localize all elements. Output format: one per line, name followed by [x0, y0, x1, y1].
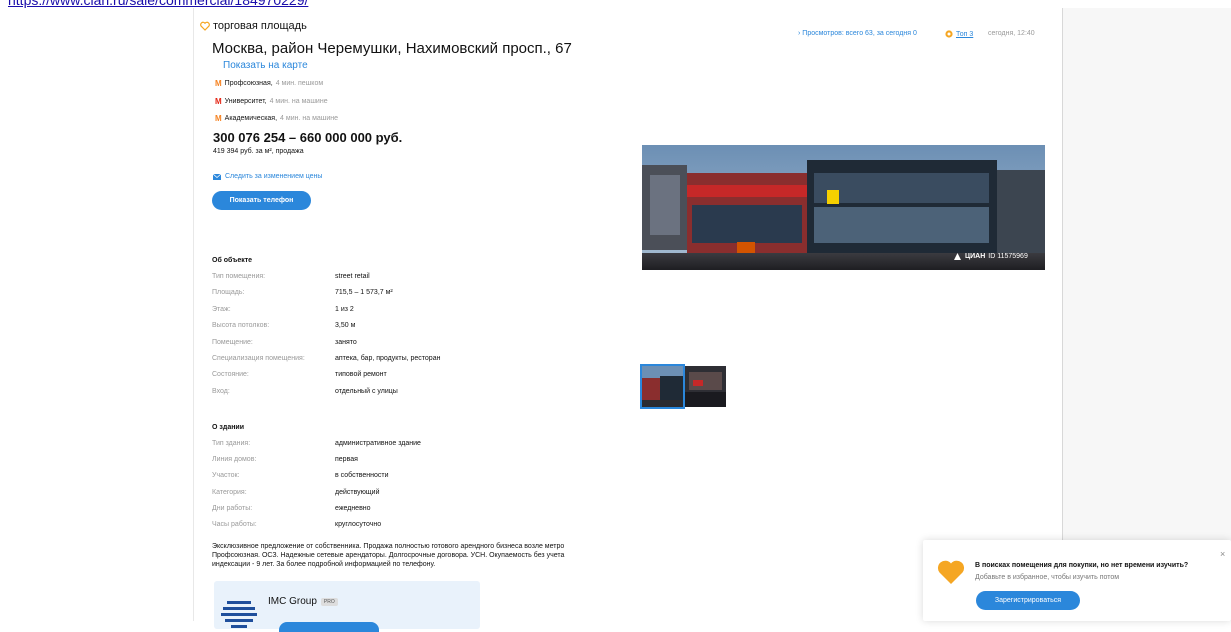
detail-label: Высота потолков:: [212, 322, 270, 330]
detail-label: Этаж:: [212, 305, 231, 313]
detail-label: Площадь:: [212, 289, 245, 297]
detail-value: ежедневно: [335, 504, 371, 512]
detail-value: действующий: [335, 488, 380, 496]
metro-icon: М: [215, 114, 222, 123]
published-time: сегодня, 12:40: [988, 30, 1035, 37]
detail-value: аптека, бар, продукты, ресторан: [335, 355, 441, 362]
about-building-title: О здании: [212, 424, 245, 431]
top-badge-label: Топ 3: [956, 30, 974, 38]
thumbnail-image: [642, 366, 683, 407]
popup-message: В поисках помещения для покупки, но нет …: [975, 560, 1215, 584]
top-badge[interactable]: Топ 3: [945, 30, 973, 38]
detail-value: типовой ремонт: [335, 371, 387, 379]
price: 300 076 254 – 660 000 000 руб.: [213, 130, 403, 145]
detail-label: Дни работы:: [212, 504, 253, 512]
detail-label: Тип помещения:: [212, 273, 266, 280]
metro-station-name[interactable]: Профсоюзная,: [225, 80, 273, 87]
register-button[interactable]: Зарегистрироваться: [976, 591, 1080, 610]
top-star-icon: [945, 30, 953, 38]
agent-contact-button[interactable]: [279, 622, 379, 632]
watermark-id: ID 11575969: [988, 253, 1028, 260]
photo-thumbnail[interactable]: [685, 366, 726, 407]
detail-value: 715,5 – 1 573,7 м²: [335, 289, 393, 297]
metro-distance: 4 мин. на машине: [280, 115, 339, 122]
metro-station: М Академическая, 4 мин. на машине: [215, 114, 338, 123]
pro-badge: PRO: [320, 597, 338, 606]
metro-station: М Университет, 4 мин. на машине: [215, 97, 328, 106]
detail-value: 3,50 м: [335, 322, 356, 330]
watermark-brand: ЦИАН: [965, 253, 986, 260]
detail-value: круглосуточно: [335, 521, 382, 528]
detail-label: Вход:: [212, 387, 230, 395]
detail-label: Категория:: [212, 488, 247, 496]
detail-label: Специализация помещения:: [212, 355, 305, 362]
favorite-heart-icon[interactable]: [200, 21, 210, 31]
about-object-title: Об объекте: [212, 257, 253, 264]
detail-value: административное здание: [335, 440, 421, 447]
arrow-icon: ›: [798, 30, 801, 37]
detail-label: Участок:: [212, 472, 240, 480]
listing-description: Эксклюзивное предложение от собственника…: [212, 543, 565, 568]
listing-url-link[interactable]: https://www.cian.ru/sale/commercial/1849…: [8, 0, 308, 8]
photo-thumbnail[interactable]: [640, 364, 685, 409]
photo-watermark: ЦИАН ID 11575969: [953, 252, 1028, 261]
agent-name: IMC Group: [268, 596, 317, 607]
views-counter-text: Просмотров: всего 63, за сегодня 0: [802, 30, 917, 37]
detail-value: отдельный с улицы: [335, 387, 398, 395]
metro-station-name[interactable]: Академическая,: [225, 115, 277, 122]
agent-logo-icon: [221, 601, 257, 628]
metro-icon: М: [215, 79, 222, 88]
show-on-map-link[interactable]: Показать на карте: [223, 60, 308, 71]
agent-name-row: IMC Group PRO: [268, 596, 338, 607]
listing-type-label: торговая площадь: [213, 20, 307, 32]
detail-value: первая: [335, 456, 358, 464]
detail-value: 1 из 2: [335, 305, 354, 313]
detail-label: Состояние:: [212, 371, 249, 379]
views-counter-link[interactable]: › Просмотров: всего 63, за сегодня 0: [798, 30, 917, 37]
cian-logo-icon: [954, 253, 961, 260]
metro-distance: 4 мин. пешком: [275, 80, 324, 87]
close-icon[interactable]: ×: [1220, 549, 1225, 559]
metro-icon: М: [215, 97, 222, 106]
follow-price-link[interactable]: Следить за изменением цены: [213, 173, 322, 180]
listing-type-row: торговая площадь: [200, 20, 307, 32]
detail-value: в собственности: [335, 472, 389, 480]
metro-distance: 4 мин. на машине: [269, 98, 328, 105]
metro-station-name[interactable]: Университет,: [225, 98, 267, 105]
right-gutter: [1062, 8, 1231, 621]
listing-page: торговая площадь Москва, район Черемушки…: [193, 8, 1063, 632]
follow-price-label: Следить за изменением цены: [225, 173, 323, 180]
popup-message-hint: Добавьте в избранное, чтобы изучить пото…: [975, 574, 1120, 581]
detail-value: занято: [335, 338, 357, 346]
detail-label: Линия домов:: [212, 456, 257, 464]
listing-address: Москва, район Черемушки, Нахимовский про…: [212, 40, 572, 57]
detail-label: Помещение:: [212, 338, 253, 346]
price-per-meter: 419 394 руб. за м², продажа: [213, 148, 304, 155]
detail-label: Тип здания:: [212, 440, 251, 447]
heart-icon: [937, 560, 965, 584]
metro-station: М Профсоюзная, 4 мин. пешком: [215, 79, 323, 88]
thumbnail-image: [685, 366, 726, 407]
envelope-icon: [213, 173, 221, 180]
detail-label: Часы работы:: [212, 521, 257, 528]
left-gutter: [0, 8, 193, 621]
popup-message-bold: В поисках помещения для покупки, но нет …: [975, 562, 1189, 569]
detail-value: street retail: [335, 273, 370, 280]
show-phone-button[interactable]: Показать телефон: [212, 191, 311, 210]
